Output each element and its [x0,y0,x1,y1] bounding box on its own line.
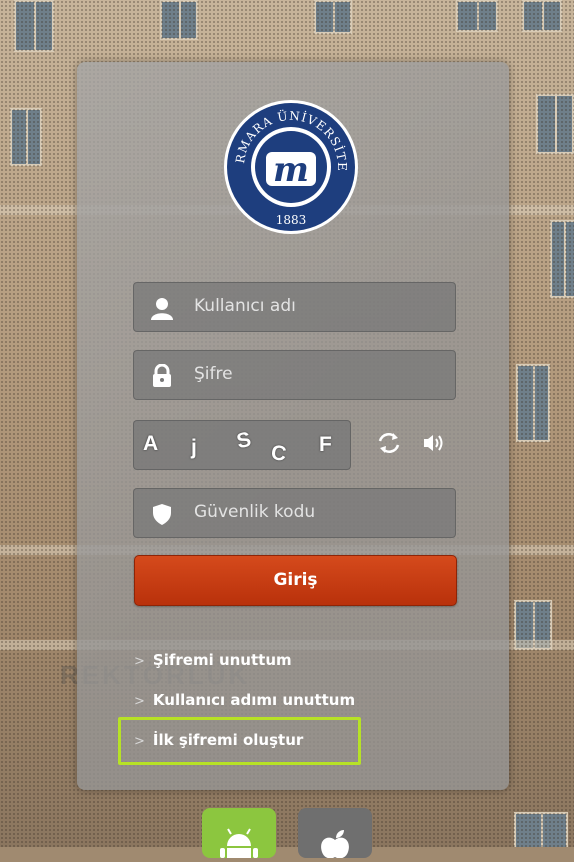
username-placeholder: Kullanıcı adı [194,296,296,316]
forgot-password-link[interactable]: > Şifremi unuttum [134,651,292,669]
highlight-box [118,717,361,765]
shield-icon [153,504,171,525]
password-placeholder: Şifre [194,364,233,384]
captcha-char: C [269,441,288,466]
refresh-icon[interactable] [376,430,402,456]
marmara-university-logo: m MARMARA ÜNİVERSİTESİ 1883 [222,98,358,234]
captcha-char: A [143,432,159,455]
captcha-char: j [191,436,197,459]
forgot-username-label: Kullanıcı adımı unuttum [152,691,356,709]
chevron-right-icon: > [134,694,145,709]
android-app-button[interactable] [202,808,276,858]
username-field[interactable]: Kullanıcı adı [133,282,456,332]
security-code-placeholder: Güvenlik kodu [194,502,316,522]
apple-icon [321,830,349,859]
captcha-image: A j S C F [133,420,351,470]
security-code-field[interactable]: Güvenlik kodu [133,488,456,538]
lock-icon [153,364,171,387]
captcha-char: S [234,427,254,454]
svg-text:m: m [273,150,309,190]
apple-app-button[interactable] [298,808,372,859]
chevron-right-icon: > [134,654,145,669]
android-icon [220,828,258,858]
user-icon [151,298,173,320]
login-button[interactable]: Giriş [134,555,457,606]
speaker-icon[interactable] [420,430,446,456]
password-field[interactable]: Şifre [133,350,456,400]
captcha-char: F [319,433,332,456]
forgot-password-label: Şifremi unuttum [152,651,292,669]
forgot-username-link[interactable]: > Kullanıcı adımı unuttum [134,691,355,709]
svg-text:1883: 1883 [276,213,307,227]
